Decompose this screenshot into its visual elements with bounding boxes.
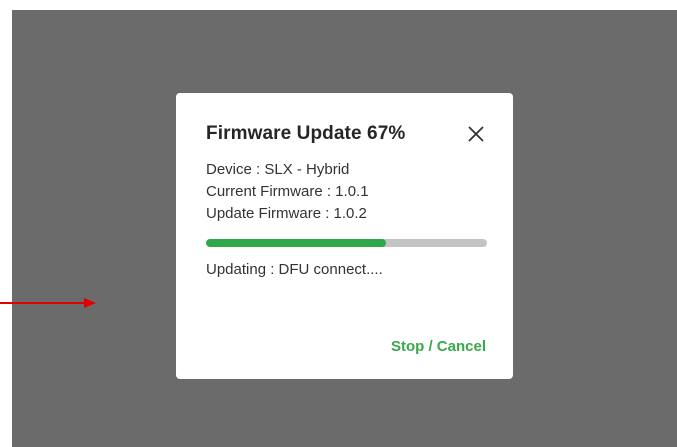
progress-bar-fill	[206, 239, 386, 247]
status-text: Updating : DFU connect....	[206, 261, 383, 278]
progress-bar	[206, 239, 487, 247]
firmware-update-dialog: Firmware Update 67% Device : SLX - Hybri…	[176, 93, 513, 379]
arrow-right-icon	[0, 298, 96, 308]
update-firmware-label: Update Firmware : 1.0.2	[206, 205, 367, 222]
current-firmware-label: Current Firmware : 1.0.1	[206, 183, 369, 200]
stop-cancel-button[interactable]: Stop / Cancel	[391, 338, 486, 355]
dialog-header: Firmware Update 67%	[206, 119, 485, 149]
close-icon[interactable]	[465, 123, 487, 145]
device-label: Device : SLX - Hybrid	[206, 161, 350, 178]
dialog-title: Firmware Update 67%	[206, 123, 406, 144]
device-info: Device : SLX - Hybrid Current Firmware :…	[206, 159, 485, 225]
